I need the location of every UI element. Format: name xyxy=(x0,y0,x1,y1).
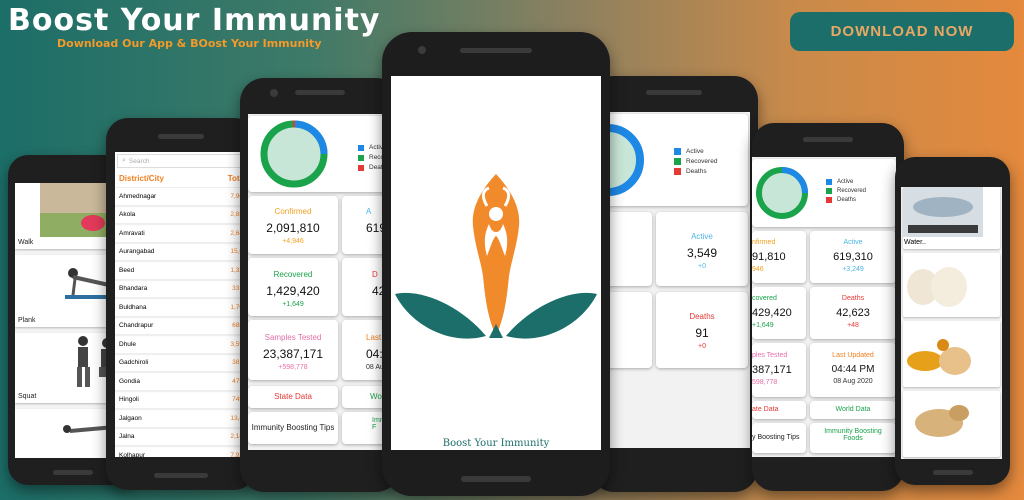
samples-card: ples Tested 387,171 598,778 xyxy=(752,343,806,397)
deaths-card: Deaths 42,623 +48 xyxy=(810,287,896,339)
district-name: Amravati xyxy=(119,229,145,237)
immunity-tips-button[interactable]: Immunity Boosting Tips xyxy=(248,412,338,444)
food-card-ginger[interactable] xyxy=(903,391,1000,457)
recovered-card: Recovered 1,429,420 +1,649 xyxy=(248,258,338,316)
confirmed-card: Confirmed 2,091,810 +4,946 xyxy=(248,196,338,254)
water-image xyxy=(903,187,983,237)
district-name: Chandrapur xyxy=(119,322,154,330)
food-label-water: Water.. xyxy=(904,239,926,246)
search-bar[interactable]: ⌕ Search xyxy=(117,154,245,168)
speaker xyxy=(53,470,93,475)
exercise-label-plank: Plank xyxy=(18,317,36,324)
district-row[interactable]: Akola 2,88 xyxy=(115,207,247,224)
district-name: Beed xyxy=(119,266,135,274)
district-row[interactable]: Dhule 3,59 xyxy=(115,336,247,354)
district-name: Gondia xyxy=(119,377,140,385)
search-placeholder: Search xyxy=(128,157,150,165)
state-data-button[interactable]: State Data xyxy=(248,386,338,408)
district-row[interactable]: Amravati 2,64 xyxy=(115,225,247,243)
district-name: Buldhana xyxy=(119,303,147,311)
district-row[interactable]: Aurangabad 15,6 xyxy=(115,244,247,261)
turmeric-image xyxy=(907,339,971,375)
camera xyxy=(270,89,278,97)
active-card: Active 3,549 +0 xyxy=(656,212,748,286)
district-row[interactable]: Hingoli 749 xyxy=(115,392,247,409)
district-row[interactable]: Beed 1,32 xyxy=(115,262,247,280)
district-table-header: District/City Tota xyxy=(115,170,247,188)
active-card: Active 619,310 +3,249 xyxy=(810,231,896,283)
immunity-foods-button[interactable]: Immunity Boosting Foods xyxy=(810,423,896,453)
speaker xyxy=(158,134,204,139)
speaker xyxy=(460,48,532,53)
district-name: Kolhapur xyxy=(119,451,146,457)
donut-card: Active Recovered Deaths xyxy=(590,114,748,206)
state-data-button[interactable]: ate Data xyxy=(752,401,806,419)
food-card-turmeric[interactable] xyxy=(903,321,1000,387)
district-row[interactable]: Gadchiroli 381 xyxy=(115,355,247,372)
district-row[interactable]: Bhandara 331 xyxy=(115,281,247,298)
district-name: Aurangabad xyxy=(119,248,155,256)
district-row[interactable]: Chandrapur 688 xyxy=(115,318,247,335)
phone-stats-right: Active Recovered Deaths med 06 Active 3,… xyxy=(590,76,758,492)
exercise-label-squat: Squat xyxy=(18,393,37,400)
district-name: Bhandara xyxy=(119,285,148,293)
district-row[interactable]: Buldhana 1,70 xyxy=(115,299,247,317)
phone-district-list: ⌕ Search District/City Tota Ahmednagar 7,… xyxy=(106,118,256,490)
download-now-button[interactable]: DOWNLOAD NOW xyxy=(790,12,1014,51)
recovered-card: covered 429,420 +1,649 xyxy=(752,287,806,339)
speaker xyxy=(646,90,702,95)
district-row[interactable]: Jalna 2,14 xyxy=(115,429,247,446)
district-row[interactable]: Gondia 475 xyxy=(115,373,247,391)
deaths-card: Deaths 91 +0 xyxy=(656,292,748,368)
legend-recovered: Recovered xyxy=(674,158,717,165)
cases-donut-chart xyxy=(756,167,808,219)
samples-card: Samples Tested 23,387,171 +598,778 xyxy=(248,320,338,380)
immunity-tips-button[interactable]: y Boosting Tips xyxy=(752,423,806,453)
world-data-button[interactable]: World Data xyxy=(810,401,896,419)
garlic-image xyxy=(907,267,967,307)
cases-donut-chart xyxy=(260,120,328,188)
district-name: Dhule xyxy=(119,340,136,348)
ginger-image xyxy=(915,405,969,437)
legend-active: Active xyxy=(826,179,866,185)
donut-card: Active Recovered Deaths xyxy=(752,159,896,227)
district-row[interactable]: Jalgaon 13,4 xyxy=(115,410,247,428)
legend-active: Active xyxy=(674,148,717,155)
search-icon: ⌕ xyxy=(122,157,126,164)
speaker xyxy=(803,137,853,142)
speaker xyxy=(461,476,531,482)
phone-center-logo: Boost Your Immunity xyxy=(382,32,610,496)
app-logo xyxy=(395,174,597,339)
phone-stats-left: Active Recov Death Confirmed 2,091,810 +… xyxy=(240,78,400,492)
district-name: Gadchiroli xyxy=(119,359,149,367)
confirmed-card: nfirmed 91,810 946 xyxy=(752,231,806,283)
food-card-water[interactable]: Water.. xyxy=(903,187,1000,249)
camera xyxy=(418,46,426,54)
food-card-garlic[interactable] xyxy=(903,253,1000,317)
legend-deaths: Deaths xyxy=(826,197,866,203)
logo-text: Boost Your Immunity xyxy=(442,438,550,449)
district-name: Hingoli xyxy=(119,396,139,404)
legend-deaths: Deaths xyxy=(674,168,717,175)
speaker xyxy=(295,90,345,95)
district-name: Akola xyxy=(119,211,136,219)
donut-card: Active Recov Death xyxy=(248,116,400,192)
phone-stats-right-2: Active Recovered Deaths nfirmed 91,810 9… xyxy=(752,123,904,491)
phone-foods: Water.. xyxy=(895,157,1010,485)
speaker xyxy=(932,470,973,475)
district-name: Ahmednagar xyxy=(119,192,157,200)
district-list: Ahmednagar 7,90 Akola 2,88 Amravati 2,64 Auran… xyxy=(115,188,247,457)
exercise-label-walk: Walk xyxy=(18,239,34,246)
district-row[interactable]: Ahmednagar 7,90 xyxy=(115,188,247,206)
legend-recovered: Recovered xyxy=(826,188,866,194)
district-name: Jalgaon xyxy=(119,414,142,422)
header-district: District/City xyxy=(119,174,164,183)
district-row[interactable]: Kolhapur 7,92 xyxy=(115,447,247,457)
banner-subtitle: Download Our App & BOost Your Immunity xyxy=(57,37,322,50)
speaker xyxy=(154,473,208,478)
district-name: Jalna xyxy=(119,433,135,441)
last-updated-card: Last Updated 04:44 PM 08 Aug 2020 xyxy=(810,343,896,397)
banner-title: Boost Your Immunity xyxy=(8,3,381,38)
